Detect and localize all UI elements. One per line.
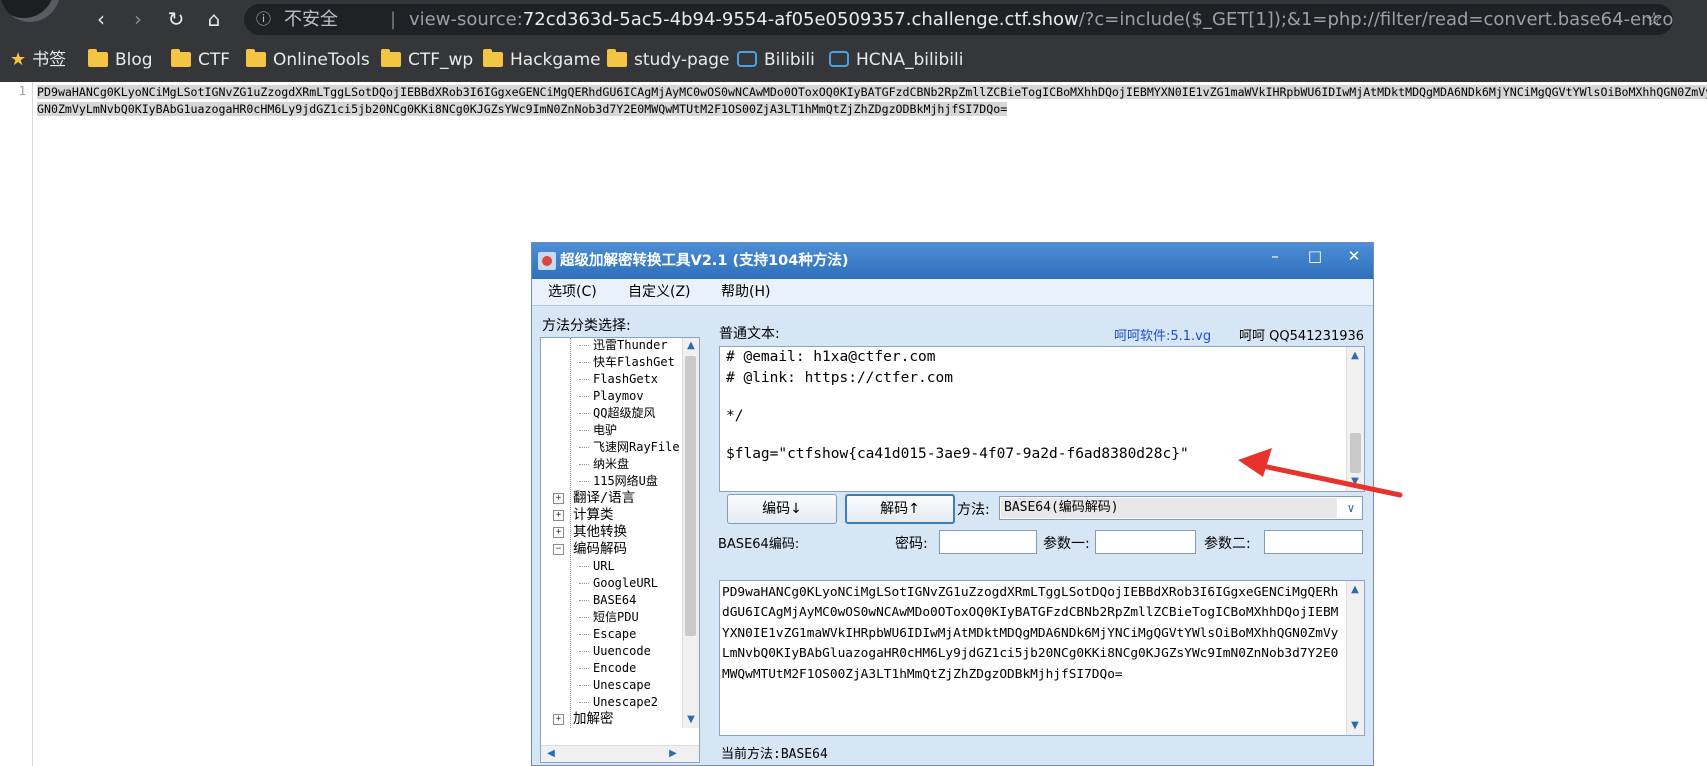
annotation-arrow-icon — [1238, 448, 1403, 498]
